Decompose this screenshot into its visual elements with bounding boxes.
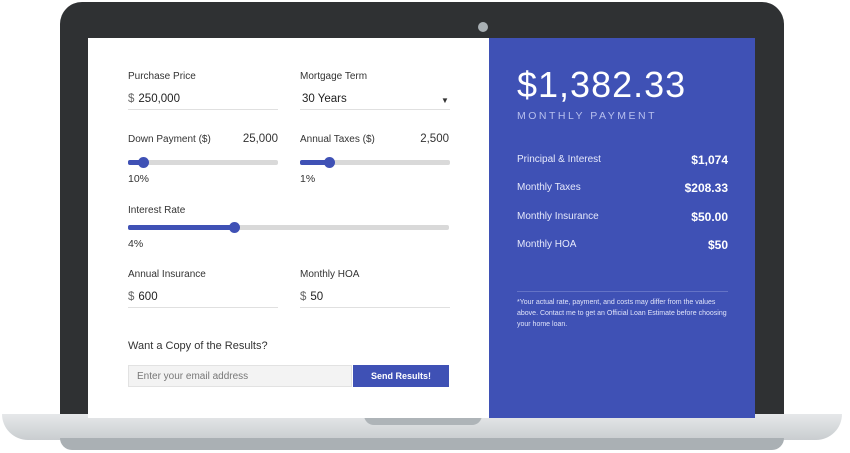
monthly-hoa-label: Monthly HOA <box>300 269 360 280</box>
interest-rate-label: Interest Rate <box>128 205 186 216</box>
annual-insurance-underline <box>128 307 278 308</box>
disclaimer-text: *Your actual rate, payment, and costs ma… <box>517 299 727 328</box>
chevron-down-icon[interactable]: ▼ <box>441 96 449 105</box>
camera-icon <box>478 22 488 32</box>
down-payment-slider-thumb[interactable] <box>138 157 149 168</box>
breakdown-value-taxes: $208.33 <box>684 181 728 195</box>
results-panel: $1,382.33 MONTHLY PAYMENT Principal & In… <box>489 38 755 418</box>
email-input[interactable]: Enter your email address <box>128 365 352 387</box>
screen: Purchase Price $250,000 Mortgage Term 30… <box>88 38 755 418</box>
annual-taxes-amount: 2,500 <box>420 133 449 145</box>
down-payment-percent: 10% <box>128 173 150 185</box>
down-payment-amount: 25,000 <box>242 133 278 145</box>
results-divider <box>517 291 728 292</box>
breakdown-label-principal: Principal & Interest <box>517 154 601 165</box>
monthly-hoa-value: 50 <box>310 291 324 303</box>
copy-results-heading: Want a Copy of the Results? <box>128 340 268 352</box>
monthly-payment-amount: $1,382.33 <box>517 64 687 105</box>
purchase-price-label: Purchase Price <box>128 71 196 82</box>
purchase-price-value: 250,000 <box>138 93 180 105</box>
breakdown-value-hoa: $50 <box>707 238 728 252</box>
breakdown-value-principal: $1,074 <box>691 153 728 167</box>
purchase-price-underline <box>128 109 278 110</box>
calculator-form: Purchase Price $250,000 Mortgage Term 30… <box>88 38 489 418</box>
down-payment-label: Down Payment ($) <box>128 134 211 145</box>
interest-rate-slider[interactable] <box>128 222 449 233</box>
mortgage-term-select[interactable]: 30 Years <box>302 93 452 105</box>
annual-insurance-input[interactable]: $600 <box>128 291 278 303</box>
interest-rate-slider-thumb[interactable] <box>228 222 240 233</box>
breakdown-value-insurance: $50.00 <box>691 210 728 224</box>
mortgage-term-label: Mortgage Term <box>300 71 368 82</box>
currency-symbol: $ <box>300 291 307 303</box>
down-payment-slider[interactable] <box>128 157 278 168</box>
annual-taxes-slider-thumb[interactable] <box>323 157 335 168</box>
breakdown-label-insurance: Monthly Insurance <box>517 211 599 222</box>
monthly-hoa-input[interactable]: $50 <box>300 291 450 303</box>
laptop-base-shadow <box>60 438 784 450</box>
interest-rate-percent: 4% <box>128 238 144 250</box>
purchase-price-input[interactable]: $250,000 <box>128 93 278 105</box>
annual-taxes-label: Annual Taxes ($) <box>300 134 375 145</box>
currency-symbol: $ <box>128 291 135 303</box>
breakdown-label-hoa: Monthly HOA <box>517 239 577 250</box>
monthly-hoa-underline <box>300 307 450 308</box>
monthly-payment-label: MONTHLY PAYMENT <box>517 110 657 122</box>
breakdown-label-taxes: Monthly Taxes <box>517 182 581 193</box>
interest-rate-slider-fill <box>128 225 234 230</box>
annual-insurance-value: 600 <box>138 291 158 303</box>
currency-symbol: $ <box>128 93 135 105</box>
annual-taxes-percent: 1% <box>300 173 316 185</box>
mortgage-term-underline <box>300 109 450 110</box>
annual-insurance-label: Annual Insurance <box>128 269 206 280</box>
send-results-button[interactable]: Send Results! <box>353 365 449 387</box>
annual-taxes-slider[interactable] <box>300 157 450 168</box>
